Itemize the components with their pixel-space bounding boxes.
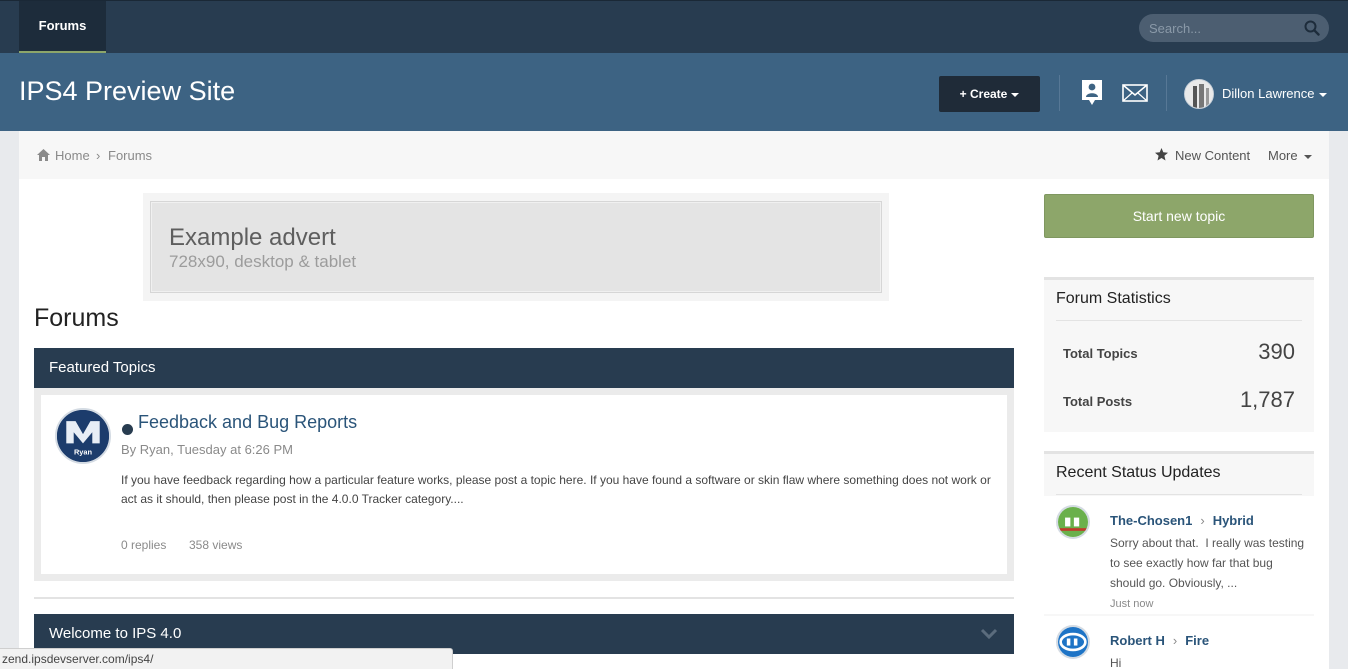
avatar-label: Ryan (74, 448, 93, 457)
status-separator: › (1172, 633, 1178, 648)
status-time: Just now (1110, 598, 1154, 610)
featured-topics-header: Featured Topics (34, 348, 1014, 388)
breadcrumb-current[interactable]: Forums (108, 148, 152, 163)
user-menu[interactable]: Dillon Lawrence (1222, 86, 1327, 101)
section-divider (34, 597, 1014, 599)
widget-divider (1056, 494, 1302, 495)
avatar[interactable] (1184, 79, 1214, 109)
user-name: Dillon Lawrence (1222, 86, 1315, 101)
tab-forums[interactable]: Forums (19, 1, 106, 53)
new-content-link[interactable]: New Content (1175, 148, 1250, 163)
more-menu[interactable]: More (1268, 148, 1312, 163)
ryan-avatar-icon: Ryan (57, 410, 109, 462)
search-box[interactable] (1139, 14, 1329, 42)
browser-status-bar: zend.ipsdevserver.com/ips4/ (0, 648, 453, 669)
home-icon[interactable] (37, 149, 50, 161)
topic-replies: 0 replies (121, 538, 167, 552)
status-separator: › (1200, 513, 1205, 528)
status-text: Hi (1110, 656, 1122, 669)
search-icon[interactable] (1304, 20, 1320, 36)
author-name: Robert H (1110, 633, 1165, 648)
featured-topics-box: Ryan Feedback and Bug Reports By Ryan, T… (34, 388, 1014, 581)
status-target[interactable]: Hybrid (1213, 513, 1254, 528)
featured-topic-card: Ryan Feedback and Bug Reports By Ryan, T… (41, 395, 1007, 574)
advert-title: Example advert (169, 224, 336, 251)
topic-excerpt: If you have feedback regarding how a par… (121, 473, 991, 506)
breadcrumb: Home › Forums New Content More (19, 131, 1329, 179)
topic-views: 358 views (189, 538, 243, 552)
site-header: IPS4 Preview Site + Create Dillon Lawren… (0, 53, 1348, 131)
avatar[interactable] (1056, 625, 1090, 659)
stat-label: Total Topics (1063, 346, 1138, 361)
more-label: More (1268, 148, 1298, 163)
breadcrumb-home[interactable]: Home (55, 148, 90, 163)
chevron-down-icon (1303, 154, 1312, 159)
list-item: Robert H › Fire Hi (1044, 616, 1314, 669)
stat-value: 390 (1258, 339, 1295, 364)
header-divider (1166, 75, 1167, 111)
status-author[interactable]: The-Chosen1 › Hybrid (1110, 513, 1254, 528)
recent-status-widget: Recent Status Updates The-Chosen1 › Hybrid… (1044, 451, 1314, 669)
widget-title: Recent Status Updates (1056, 464, 1221, 481)
avatar[interactable]: Ryan (55, 408, 111, 464)
create-button[interactable]: + Create (939, 76, 1040, 112)
stat-label: Total Posts (1063, 394, 1133, 409)
list-item: The-Chosen1 › Hybrid Sorry about that. I r… (1044, 496, 1314, 614)
site-title[interactable]: IPS4 Preview Site (19, 76, 235, 107)
mail-icon[interactable] (1122, 84, 1148, 102)
robert-avatar-icon (1058, 627, 1088, 657)
top-navigation-bar: Forums (0, 0, 1348, 53)
notifications-icon[interactable] (1080, 79, 1104, 107)
widget-divider (1056, 320, 1302, 321)
user-photo-icon (1185, 80, 1213, 108)
create-label: + Create (959, 87, 1008, 101)
stat-value: 1,787 (1239, 387, 1295, 412)
chevron-down-icon (1318, 92, 1327, 97)
author-name: The-Chosen1 (1110, 513, 1193, 528)
status-author[interactable]: Robert H › Fire (1110, 633, 1209, 648)
topic-meta: By Ryan, Tuesday at 6:26 PM (121, 442, 293, 457)
search-input[interactable] (1149, 19, 1299, 37)
breadcrumb-separator: › (96, 148, 101, 163)
advert-subtitle: 728x90, desktop & tablet (169, 252, 357, 271)
start-new-topic-button[interactable]: Start new topic (1044, 194, 1314, 238)
chosen-avatar-icon (1058, 507, 1088, 537)
forum-statistics-widget: Forum Statistics Total Topics 390 Total … (1044, 277, 1314, 432)
unread-indicator (122, 424, 133, 435)
advert-container: Example advert 728x90, desktop & tablet (143, 193, 889, 301)
header-divider (1059, 75, 1060, 111)
status-target[interactable]: Fire (1185, 633, 1209, 648)
widget-title: Forum Statistics (1056, 290, 1171, 307)
page-title: Forums (34, 304, 119, 332)
welcome-heading: Welcome to IPS 4.0 (49, 625, 182, 642)
avatar[interactable] (1056, 505, 1090, 539)
topic-title-link[interactable]: Feedback and Bug Reports (138, 412, 357, 433)
star-icon (1155, 148, 1168, 161)
status-text: Sorry about that. I really was testing t… (1110, 536, 1308, 590)
chevron-down-icon[interactable] (980, 628, 998, 640)
main-panel: Home › Forums New Content More Example a… (19, 131, 1329, 669)
advert-banner[interactable]: Example advert 728x90, desktop & tablet (150, 201, 882, 293)
chevron-down-icon (1011, 92, 1020, 97)
